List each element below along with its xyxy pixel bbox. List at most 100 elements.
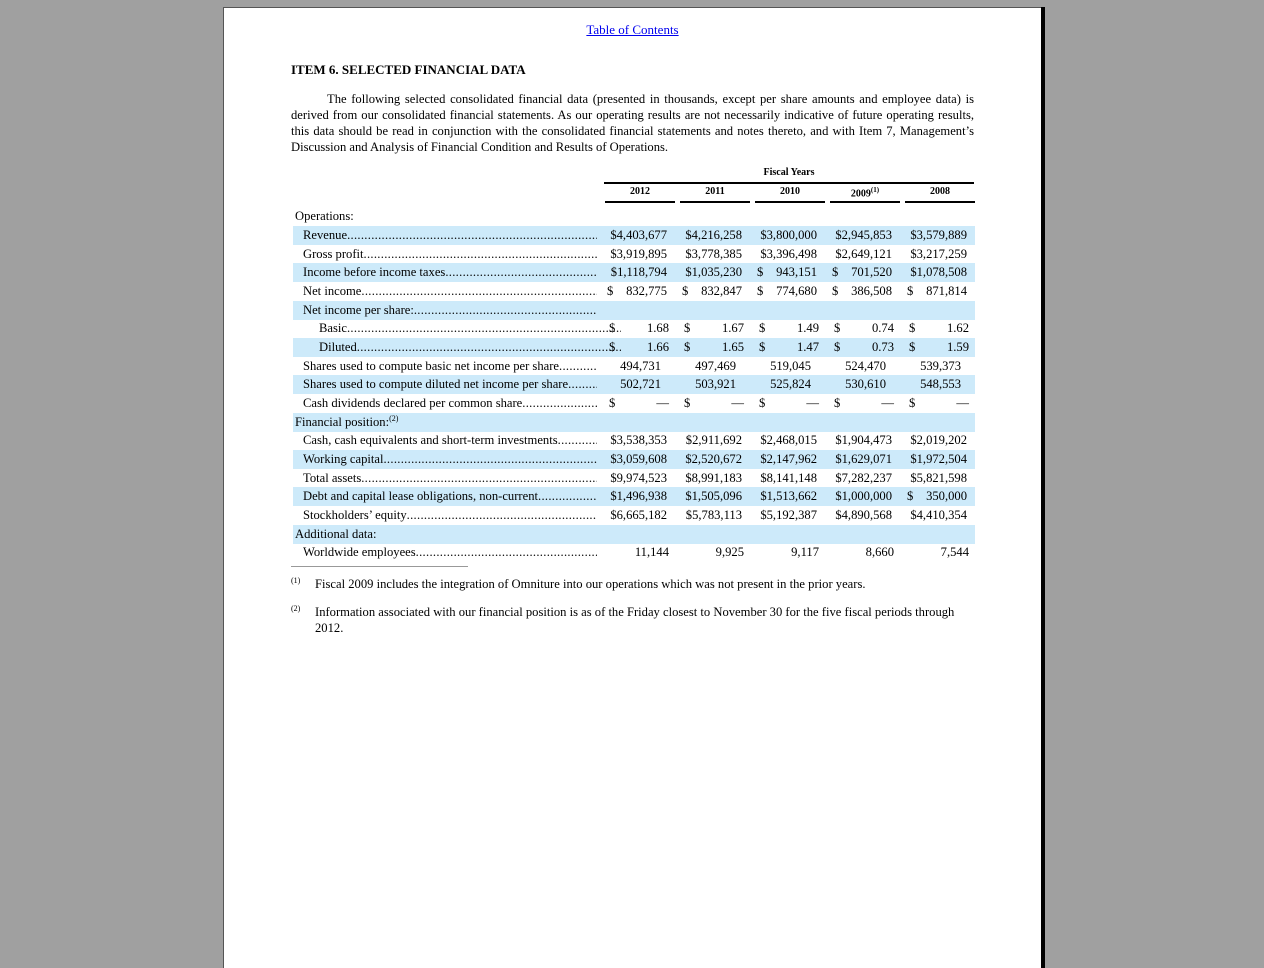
footnote-divider bbox=[291, 566, 468, 567]
cell-value: — bbox=[806, 396, 819, 410]
cell-2008: $1.59 bbox=[905, 338, 975, 357]
table-row: Worldwide employees.....................… bbox=[293, 543, 975, 562]
cell-value: $4,890,568 bbox=[835, 508, 892, 522]
row-label: Gross profit............................… bbox=[303, 245, 597, 264]
dot-leader: ........................................… bbox=[406, 508, 597, 522]
footnote-text: Information associated with our financia… bbox=[315, 605, 955, 635]
cell-2011: $3,778,385 bbox=[678, 245, 748, 264]
currency-symbol: $ bbox=[832, 265, 839, 279]
cell-value: 1.49 bbox=[796, 321, 819, 335]
currency-symbol: $ bbox=[609, 321, 616, 335]
table-of-contents-link[interactable]: Table of Contents bbox=[224, 22, 1041, 38]
cell-value: 943,151 bbox=[776, 265, 817, 279]
cell-value: 8,660 bbox=[865, 545, 894, 559]
cell-2010: $ — bbox=[755, 394, 825, 413]
cell-2008: $5,821,598 bbox=[903, 469, 973, 488]
cell-value: $2,520,672 bbox=[685, 452, 742, 466]
cell-2012: $3,919,895 bbox=[603, 245, 673, 264]
cell-value: 0.73 bbox=[871, 340, 894, 354]
cell-value: 502,721 bbox=[620, 377, 661, 391]
cell-2011: $1,035,230 bbox=[678, 263, 748, 282]
cell-2008: $3,217,259 bbox=[903, 245, 973, 264]
year-underline bbox=[680, 201, 750, 203]
cell-value: $1,629,071 bbox=[835, 452, 892, 466]
footnote-ref: (2) bbox=[389, 413, 399, 423]
year-underline bbox=[905, 201, 975, 203]
cell-value: $3,778,385 bbox=[685, 247, 742, 261]
dot-leader: ........................................… bbox=[363, 247, 597, 261]
cell-2009: $1,000,000 bbox=[828, 487, 898, 506]
year-label: 2012 bbox=[630, 186, 650, 197]
year-header-2009: 2009(1) bbox=[830, 186, 900, 199]
row-label: Cash dividends declared per common share… bbox=[303, 394, 597, 413]
cell-2010: $1.49 bbox=[755, 319, 825, 338]
cell-value: $1,505,096 bbox=[685, 489, 742, 503]
cell-value: 774,680 bbox=[776, 284, 817, 298]
cell-value: 7,544 bbox=[940, 545, 969, 559]
dot-leader: ........................................… bbox=[559, 359, 597, 373]
table-row: Working capital.........................… bbox=[293, 450, 975, 469]
cell-2012: 502,721 bbox=[605, 375, 675, 394]
cell-2012: $3,059,608 bbox=[603, 450, 673, 469]
cell-2010: $1.47 bbox=[755, 338, 825, 357]
table-row: Diluted.................................… bbox=[293, 338, 975, 357]
row-label: Shares used to compute basic net income … bbox=[303, 357, 597, 376]
cell-value: — bbox=[881, 396, 894, 410]
cell-value: $4,403,677 bbox=[610, 228, 667, 242]
cell-2008: 7,544 bbox=[905, 543, 975, 562]
cell-value: 386,508 bbox=[851, 284, 892, 298]
dot-leader: ........................................… bbox=[361, 284, 597, 298]
year-underline bbox=[605, 201, 675, 203]
cell-2010: $3,800,000 bbox=[753, 226, 823, 245]
dot-leader: ........................................… bbox=[557, 433, 597, 447]
table-row: Basic...................................… bbox=[293, 319, 975, 338]
cell-2011: 503,921 bbox=[680, 375, 750, 394]
cell-2012: $832,775 bbox=[603, 282, 673, 301]
year-underline bbox=[830, 201, 900, 203]
cell-value: — bbox=[956, 396, 969, 410]
dot-leader: ........................................… bbox=[522, 396, 597, 410]
cell-value: 1.68 bbox=[646, 321, 669, 335]
currency-symbol: $ bbox=[757, 284, 764, 298]
cell-2008: 548,553 bbox=[905, 375, 975, 394]
table-row: Cash dividends declared per common share… bbox=[293, 394, 975, 413]
cell-2012: $1,118,794 bbox=[603, 263, 673, 282]
cell-value: $3,579,889 bbox=[910, 228, 967, 242]
row-label: Financial position:(2) bbox=[295, 413, 399, 429]
cell-2009: $701,520 bbox=[828, 263, 898, 282]
cell-value: 9,117 bbox=[791, 545, 819, 559]
currency-symbol: $ bbox=[759, 396, 766, 410]
cell-value: 1.66 bbox=[646, 340, 669, 354]
document-page: Table of Contents ITEM 6. SELECTED FINAN… bbox=[223, 7, 1041, 968]
currency-symbol: $ bbox=[909, 396, 916, 410]
row-label: Revenue.................................… bbox=[303, 226, 597, 245]
year-header-2012: 2012 bbox=[605, 186, 675, 197]
footnote-mark: (1) bbox=[291, 576, 301, 585]
footnote-ref: (1) bbox=[870, 186, 880, 194]
year-label: 2010 bbox=[780, 186, 800, 197]
dot-leader: ........................................… bbox=[361, 471, 597, 485]
cell-2011: $2,520,672 bbox=[678, 450, 748, 469]
intro-paragraph: The following selected consolidated fina… bbox=[291, 92, 974, 154]
cell-value: 0.74 bbox=[871, 321, 894, 335]
year-label: 2009 bbox=[850, 188, 871, 200]
cell-value: $1,000,000 bbox=[835, 489, 892, 503]
row-label: Net income..............................… bbox=[303, 282, 597, 301]
cell-value: 832,847 bbox=[701, 284, 742, 298]
cell-value: $1,904,473 bbox=[835, 433, 892, 447]
row-label: Cash, cash equivalents and short-term in… bbox=[303, 431, 597, 450]
cell-value: $2,147,962 bbox=[760, 452, 817, 466]
cell-value: $2,468,015 bbox=[760, 433, 817, 447]
cell-value: 1.62 bbox=[946, 321, 969, 335]
cell-value: $1,496,938 bbox=[610, 489, 667, 503]
cell-2012: 11,144 bbox=[605, 543, 675, 562]
dot-leader: ........................................… bbox=[445, 265, 597, 279]
cell-value: — bbox=[656, 396, 669, 410]
cell-2008: $1,972,504 bbox=[903, 450, 973, 469]
cell-value: $4,410,354 bbox=[910, 508, 967, 522]
cell-value: $1,078,508 bbox=[910, 265, 967, 279]
cell-2009: 524,470 bbox=[830, 357, 900, 376]
cell-2010: $943,151 bbox=[753, 263, 823, 282]
cell-value: $3,217,259 bbox=[910, 247, 967, 261]
year-label: 2008 bbox=[930, 186, 950, 197]
